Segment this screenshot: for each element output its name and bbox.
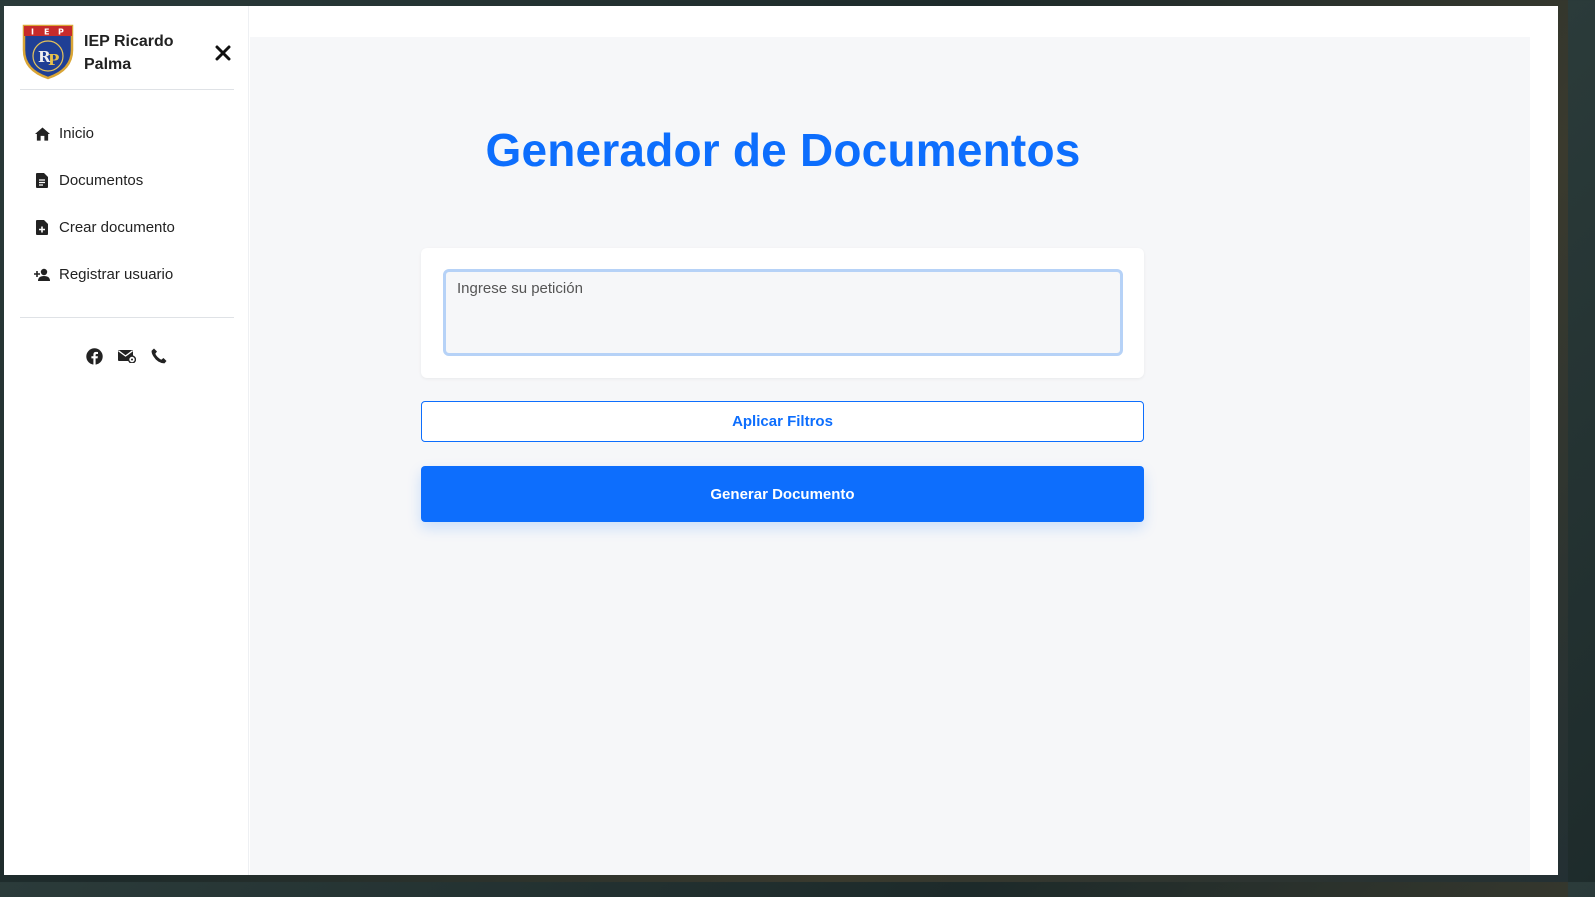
sidebar-item-documentos[interactable]: Documentos xyxy=(20,157,234,204)
mail-icon[interactable] xyxy=(117,347,136,365)
sidebar-item-inicio[interactable]: Inicio xyxy=(20,110,234,157)
generate-document-button[interactable]: Generar Documento xyxy=(421,466,1144,522)
svg-text:P: P xyxy=(48,51,59,69)
svg-text:E: E xyxy=(44,28,49,37)
facebook-icon[interactable] xyxy=(86,347,104,365)
sidebar-item-registrar-usuario[interactable]: Registrar usuario xyxy=(20,251,234,298)
sidebar-item-label: Crear documento xyxy=(59,219,175,236)
app-window: I E P R P IEP Ricardo Palma Inicio Docum… xyxy=(4,6,1558,875)
sidebar-item-label: Registrar usuario xyxy=(59,266,174,283)
svg-text:I: I xyxy=(31,28,34,37)
brand-header: I E P R P IEP Ricardo Palma xyxy=(20,20,234,90)
social-links xyxy=(4,347,249,365)
sidebar-item-label: Inicio xyxy=(59,125,95,142)
home-icon xyxy=(34,126,50,142)
close-sidebar-button[interactable] xyxy=(212,42,234,64)
main-content: Generador de Documentos Aplicar Filtros … xyxy=(250,37,1530,875)
page-title: Generador de Documentos xyxy=(485,124,1081,176)
add-document-icon xyxy=(34,220,50,236)
sidebar: I E P R P IEP Ricardo Palma Inicio Docum… xyxy=(4,6,249,875)
sidebar-divider xyxy=(20,317,234,318)
sidebar-item-label: Documentos xyxy=(59,172,144,189)
apply-filters-button[interactable]: Aplicar Filtros xyxy=(421,401,1144,442)
close-icon xyxy=(215,45,231,61)
document-icon xyxy=(34,173,50,189)
request-input[interactable] xyxy=(443,269,1123,356)
add-user-icon xyxy=(34,267,50,283)
request-card xyxy=(421,248,1144,378)
school-logo: I E P R P xyxy=(20,20,76,80)
sidebar-nav: Inicio Documentos Crear documento Regist… xyxy=(20,110,234,298)
sidebar-item-crear-documento[interactable]: Crear documento xyxy=(20,204,234,251)
school-name: IEP Ricardo Palma xyxy=(84,33,174,73)
svg-text:P: P xyxy=(58,28,64,37)
phone-icon[interactable] xyxy=(150,347,168,365)
